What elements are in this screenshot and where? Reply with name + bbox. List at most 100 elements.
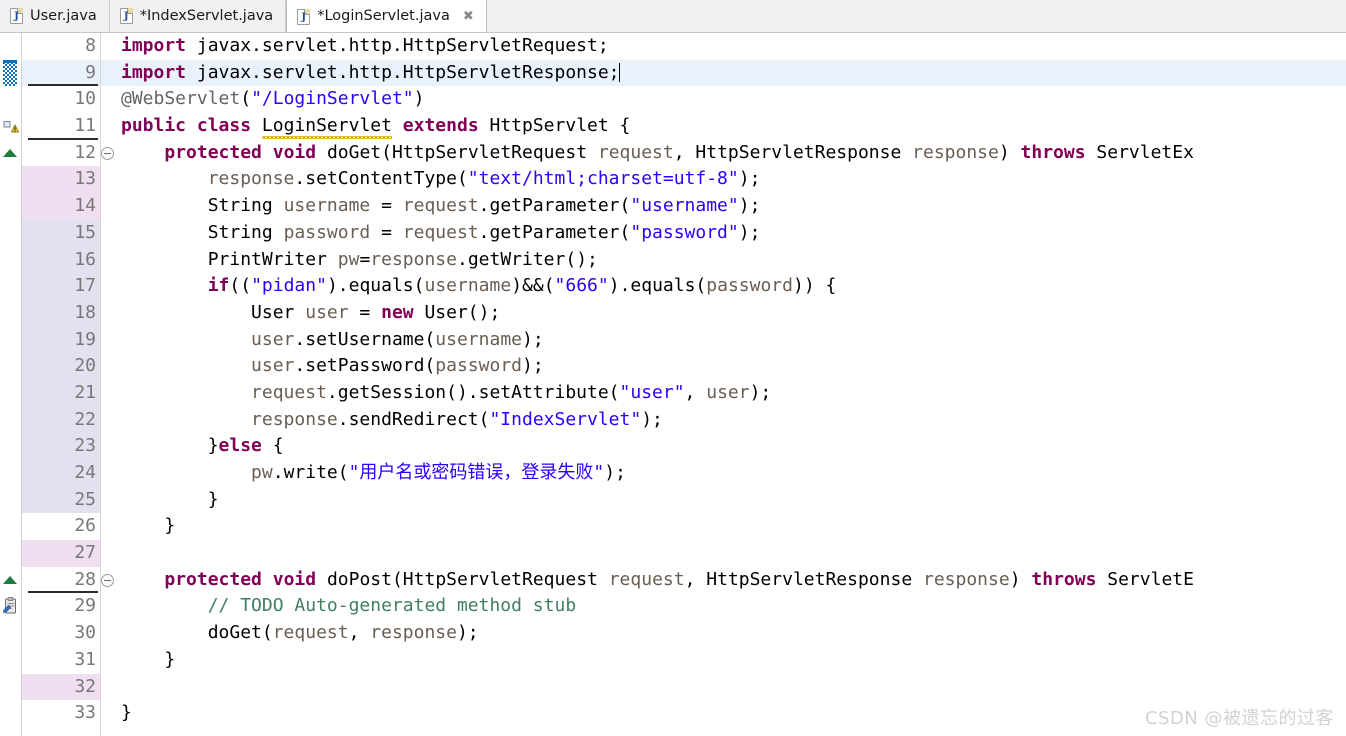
code-text[interactable]: user.setUsername(username); [117,327,1346,354]
code-text[interactable]: import javax.servlet.http.HttpServletReq… [117,33,1346,60]
code-text[interactable]: request.getSession().setAttribute("user"… [117,380,1346,407]
code-token: user [706,381,750,403]
code-line-8[interactable]: 8 import javax.servlet.http.HttpServletRe… [0,33,1346,60]
code-text[interactable]: }else { [117,433,1346,460]
code-line-16[interactable]: 16 PrintWriter pw=response.getWriter(); [0,246,1346,274]
code-text[interactable]: doGet(request, response); [117,620,1346,647]
code-text[interactable]: if(("pidan").equals(username)&&("666").e… [117,273,1346,300]
code-line-17[interactable]: 17 if(("pidan").equals(username)&&("666"… [0,273,1346,300]
fold-cell [100,620,117,647]
code-token: .getWriter(); [456,248,598,270]
code-line-27[interactable]: 27 [0,540,1346,567]
code-token: javax.servlet.http.HttpServletResponse; [186,61,620,83]
code-line-24[interactable]: 24 pw.write("用户名或密码错误，登录失败"); [0,460,1346,487]
code-token: doGet( [121,622,273,644]
code-line-26[interactable]: 26 } [0,513,1346,541]
code-text[interactable]: @WebServlet("/LoginServlet") [117,86,1346,113]
code-text[interactable]: String password = request.getParameter("… [117,220,1346,247]
code-text[interactable]: User user = new User(); [117,300,1346,327]
code-token: "用户名或密码错误，登录失败" [348,462,605,483]
code-line-28[interactable]: 28 protected void doPost(HttpServletRequ… [0,566,1346,594]
code-token: "username" [630,195,739,217]
code-editor-area[interactable]: 8 import javax.servlet.http.HttpServletRe… [0,33,1346,736]
code-line-25[interactable]: 25 } [0,486,1346,514]
warning-icon[interactable] [2,118,19,134]
code-text[interactable]: PrintWriter pw=response.getWriter(); [117,247,1346,274]
code-line-29[interactable]: 29 // TODO Auto-generated method stub [0,593,1346,621]
code-line-32[interactable]: 32 [0,673,1346,701]
code-token: response [912,141,999,163]
line-annotation-cell [0,513,22,541]
todo-task-icon[interactable] [2,597,17,614]
code-text[interactable]: // TODO Auto-generated method stub [117,593,1346,620]
code-text[interactable] [117,674,1346,701]
code-line-10[interactable]: 10 @WebServlet("/LoginServlet") [0,86,1346,114]
code-text[interactable]: public class LoginServlet extends HttpSe… [117,113,1346,140]
code-line-9[interactable]: 9 import javax.servlet.http.HttpServletRe… [0,59,1346,87]
code-line-31[interactable]: 31 } [0,646,1346,674]
fold-cell [100,353,117,380]
line-number: 18 [22,299,100,327]
line-number: 9 [22,59,100,87]
code-line-14[interactable]: 14 String username = request.getParamete… [0,193,1346,220]
code-token: protected [164,141,262,163]
code-line-19[interactable]: 19 user.setUsername(username); [0,326,1346,354]
close-icon[interactable]: ✖ [463,10,474,23]
line-number: 12 [74,141,96,163]
editor-tab-1[interactable]: User.java [0,0,110,32]
fold-cell [100,166,117,193]
line-number: 28 [22,567,100,594]
code-text[interactable]: pw.write("用户名或密码错误，登录失败"); [117,460,1346,487]
code-token: @WebServlet [121,88,241,110]
fold-cell [100,86,117,113]
code-line-15[interactable]: 15 String password = request.getParamete… [0,219,1346,247]
line-number: 14 [22,193,100,220]
line-annotation-cell [0,326,22,354]
code-token: )) { [792,275,837,297]
code-token: { [261,435,284,457]
code-line-22[interactable]: 22 response.sendRedirect("IndexServlet")… [0,406,1346,434]
code-line-21[interactable]: 21 request.getSession().setAttribute("us… [0,379,1346,407]
code-line-20[interactable]: 20 user.setPassword(password); [0,353,1346,380]
line-annotation-cell [0,673,22,701]
code-token: public [121,115,187,137]
code-text[interactable]: response.sendRedirect("IndexServlet"); [117,407,1346,434]
editor-tab-3[interactable]: *LoginServlet.java ✖ [286,0,487,32]
code-line-23[interactable]: 23 }else { [0,433,1346,460]
code-line-30[interactable]: 30 doGet(request, response); [0,620,1346,647]
java-file-icon [297,8,311,25]
code-token: request [597,141,674,163]
fold-cell [100,113,117,140]
code-text[interactable]: String username = request.getParameter("… [117,193,1346,220]
code-token: , HttpServletResponse [684,568,923,590]
code-line-13[interactable]: 13 response.setContentType("text/html;ch… [0,166,1346,194]
code-text[interactable]: } [117,647,1346,674]
annotation-ruler-border [21,33,22,736]
code-text[interactable]: response.setContentType("text/html;chars… [117,166,1346,193]
code-text[interactable]: protected void doGet(HttpServletRequest … [117,140,1346,167]
fold-cell [100,647,117,674]
line-annotation-cell [0,486,22,514]
code-text[interactable]: } [117,513,1346,540]
editor-tab-2[interactable]: *IndexServlet.java [109,0,287,32]
code-text[interactable]: user.setPassword(password); [117,353,1346,380]
line-annotation-cell [0,460,22,487]
code-token: throws [1020,141,1086,163]
code-text[interactable]: } [117,487,1346,514]
line-number: 33 [74,702,96,724]
code-line-12[interactable]: 12 protected void doGet(HttpServletReque… [0,139,1346,167]
fold-collapse-icon[interactable] [101,146,114,160]
code-lines-container[interactable]: 8 import javax.servlet.http.HttpServletRe… [0,33,1346,727]
code-token: ) [998,141,1021,163]
code-token: ServletEx [1085,141,1194,163]
code-line-11[interactable]: 11 public class LoginServlet extends Http… [0,113,1346,140]
fold-collapse-icon[interactable] [101,573,114,587]
code-line-18[interactable]: 18 User user = new User(); [0,299,1346,327]
code-text[interactable]: import javax.servlet.http.HttpServletRes… [117,59,1346,87]
code-text[interactable]: protected void doPost(HttpServletRequest… [117,567,1346,594]
code-token: doGet(HttpServletRequest [316,141,598,163]
code-text[interactable] [117,540,1346,567]
